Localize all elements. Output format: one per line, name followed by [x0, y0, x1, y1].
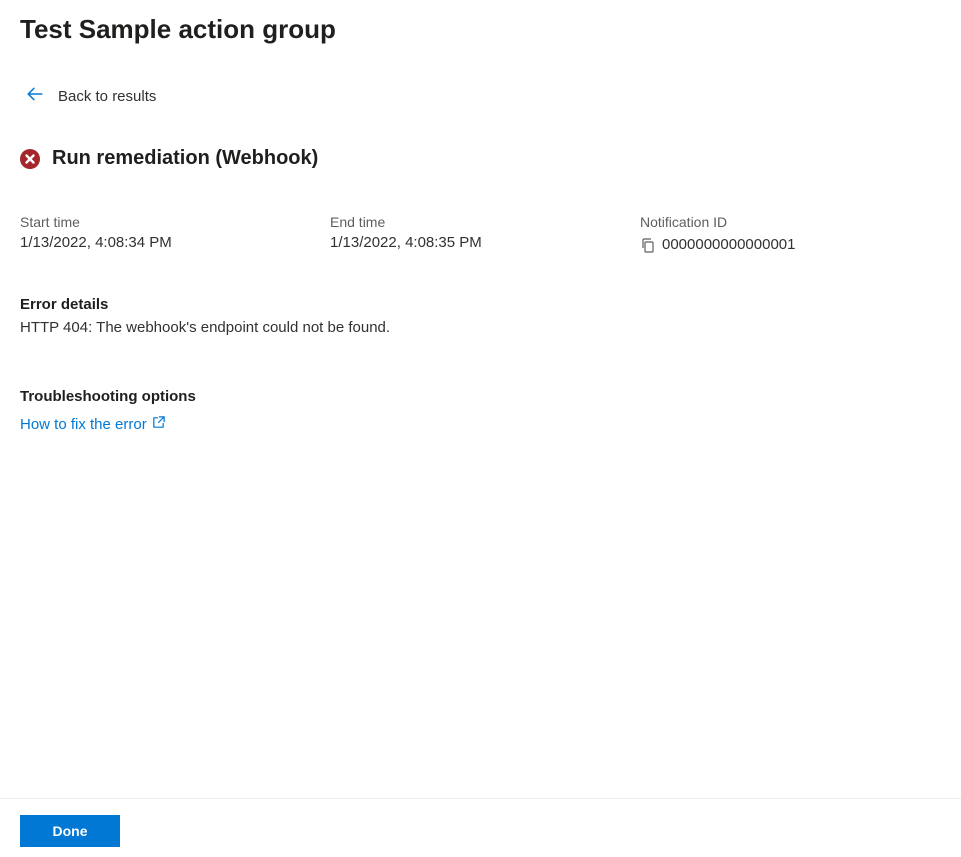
notification-id-label: Notification ID [640, 214, 941, 230]
footer-bar: Done [0, 798, 961, 857]
end-time-block: End time 1/13/2022, 4:08:35 PM [330, 214, 640, 258]
start-time-label: Start time [20, 214, 330, 230]
how-to-fix-label: How to fix the error [20, 416, 147, 433]
page-title: Test Sample action group [20, 14, 941, 45]
start-time-value: 1/13/2022, 4:08:34 PM [20, 234, 330, 251]
back-to-results-link[interactable]: Back to results [26, 85, 156, 107]
back-to-results-label: Back to results [58, 88, 156, 105]
end-time-label: End time [330, 214, 640, 230]
error-details-block: Error details HTTP 404: The webhook's en… [20, 296, 941, 336]
external-link-icon [151, 415, 166, 434]
error-details-message: HTTP 404: The webhook's endpoint could n… [20, 319, 941, 336]
troubleshooting-heading: Troubleshooting options [20, 388, 941, 405]
error-details-heading: Error details [20, 296, 941, 313]
troubleshooting-block: Troubleshooting options How to fix the e… [20, 388, 941, 434]
notification-id-block: Notification ID 0000000000000001 [640, 214, 941, 258]
start-time-block: Start time 1/13/2022, 4:08:34 PM [20, 214, 330, 258]
metadata-grid: Start time 1/13/2022, 4:08:34 PM End tim… [20, 214, 941, 258]
status-heading: Run remediation (Webhook) [20, 147, 941, 170]
copy-icon[interactable] [640, 237, 656, 253]
how-to-fix-link[interactable]: How to fix the error [20, 415, 166, 434]
done-button[interactable]: Done [20, 815, 120, 847]
arrow-left-icon [26, 85, 44, 107]
notification-id-value: 0000000000000001 [662, 236, 795, 253]
status-label: Run remediation (Webhook) [52, 147, 318, 170]
end-time-value: 1/13/2022, 4:08:35 PM [330, 234, 640, 251]
error-icon [20, 149, 40, 169]
